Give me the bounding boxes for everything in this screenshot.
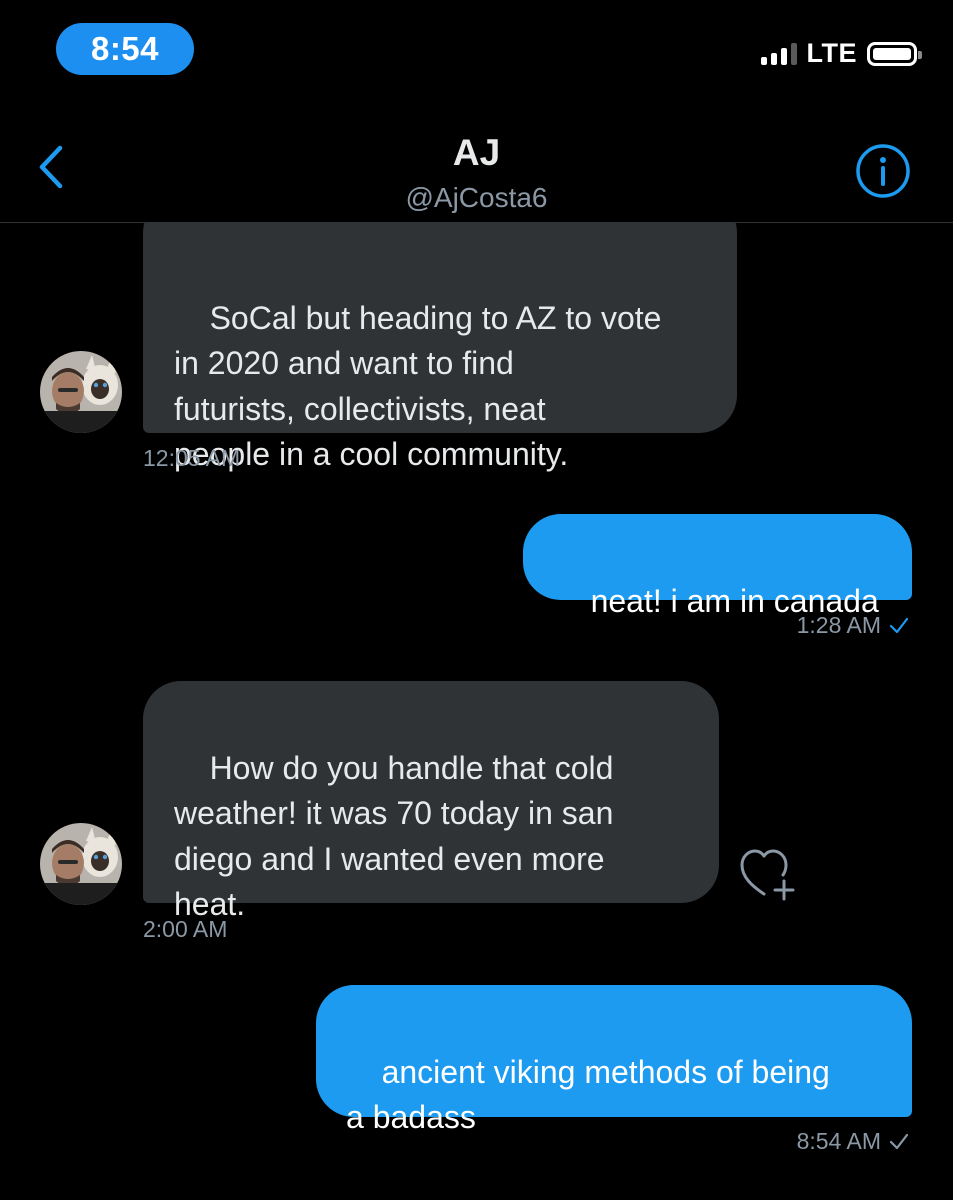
info-icon <box>856 144 910 198</box>
timestamp-label: 1:28 AM <box>796 612 881 638</box>
avatar[interactable] <box>40 351 122 433</box>
message-timestamp: 1:28 AM <box>797 612 909 639</box>
avatar[interactable] <box>40 823 122 905</box>
check-icon <box>889 1133 909 1149</box>
battery-icon <box>867 41 922 66</box>
status-bar-time[interactable]: 8:54 <box>56 23 194 75</box>
cellular-signal-icon <box>760 42 797 65</box>
message-text: How do you handle that cold weather! it … <box>174 749 614 923</box>
message-bubble-received[interactable]: How do you handle that cold weather! it … <box>143 681 719 922</box>
message-text: SoCal but heading to AZ to vote in 2020 … <box>174 299 662 473</box>
heart-add-reaction-icon[interactable] <box>738 846 800 902</box>
conversation-header: AJ @AjCosta6 <box>0 110 953 223</box>
avatar-photo <box>40 351 122 433</box>
avatar-photo <box>40 823 122 905</box>
message-timestamp: 8:54 AM <box>797 1128 909 1155</box>
network-type-label: LTE <box>806 38 857 68</box>
timestamp-label: 2:00 AM <box>143 916 228 942</box>
message-bubble-sent[interactable]: ancient viking methods of being a badass <box>316 985 912 1135</box>
message-list[interactable]: SoCal but heading to AZ to vote in 2020 … <box>0 223 953 1200</box>
contact-handle[interactable]: @AjCosta6 <box>0 182 953 214</box>
status-time-label: 8:54 <box>90 30 160 67</box>
check-icon <box>889 617 909 633</box>
conversation-info-button[interactable] <box>855 143 911 199</box>
message-bubble-received[interactable]: SoCal but heading to AZ to vote in 2020 … <box>143 223 737 472</box>
timestamp-label: 12:05 AM <box>143 445 241 471</box>
message-timestamp: 2:00 AM <box>143 916 227 943</box>
message-timestamp: 12:05 AM <box>143 445 240 472</box>
message-text: ancient viking methods of being a badass <box>346 1053 830 1136</box>
message-bubble-sent[interactable]: neat! i am in canada <box>523 514 912 619</box>
contact-name[interactable]: AJ <box>0 132 953 174</box>
timestamp-label: 8:54 AM <box>796 1128 881 1154</box>
status-bar-indicators: LTE <box>760 38 922 69</box>
